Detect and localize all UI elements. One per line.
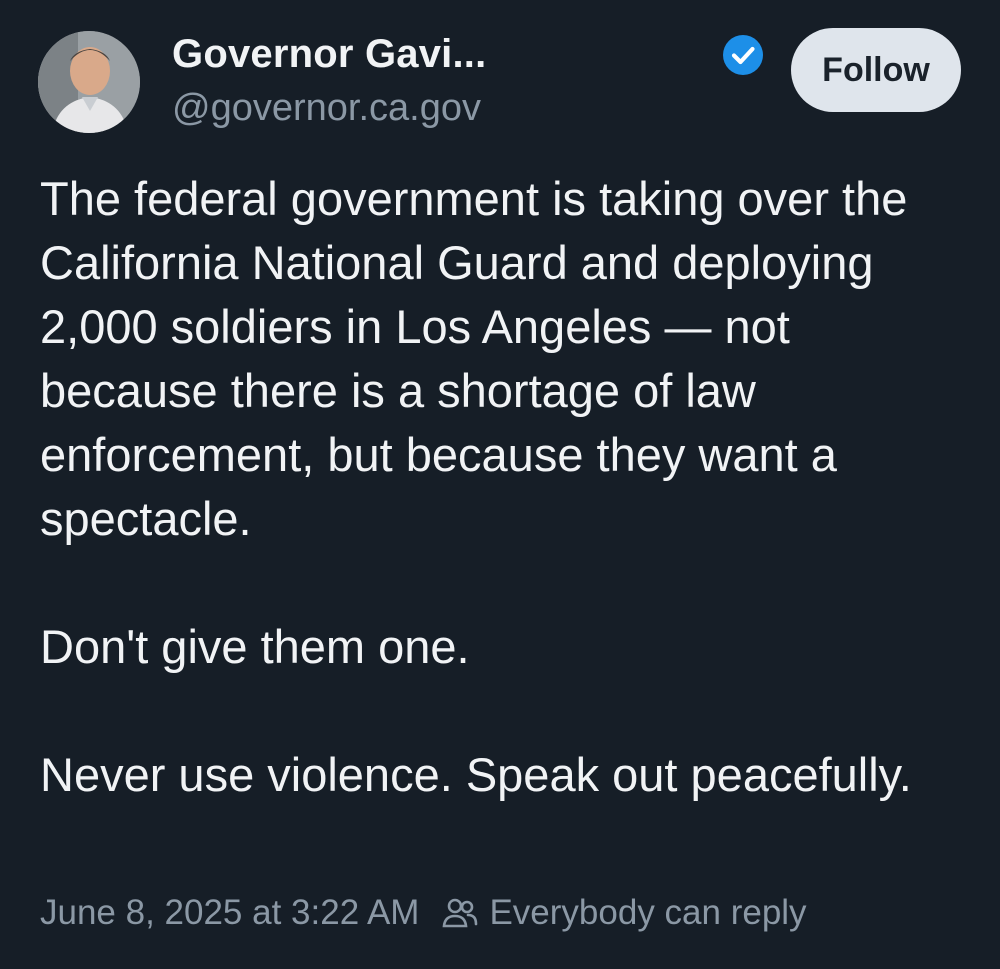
post-text: The federal government is taking over th…	[40, 167, 980, 807]
post-paragraph: The federal government is taking over th…	[40, 172, 908, 545]
verified-check-icon	[722, 34, 764, 76]
post-paragraph: Don't give them one.	[40, 620, 470, 673]
avatar[interactable]	[38, 31, 140, 133]
reply-setting[interactable]: Everybody can reply	[441, 893, 807, 933]
author-name[interactable]: Governor Gavi...	[172, 32, 486, 77]
post-timestamp[interactable]: June 8, 2025 at 3:22 AM	[40, 893, 419, 933]
people-icon	[441, 894, 479, 932]
post-paragraph: Never use violence. Speak out peacefully…	[40, 748, 912, 801]
author-handle[interactable]: @governor.ca.gov	[172, 87, 481, 130]
reply-setting-label: Everybody can reply	[489, 893, 807, 932]
post-card: Governor Gavi... @governor.ca.gov Follow…	[0, 0, 1000, 969]
follow-button[interactable]: Follow	[791, 28, 961, 112]
post-meta: June 8, 2025 at 3:22 AM Everybody can re…	[40, 893, 807, 933]
